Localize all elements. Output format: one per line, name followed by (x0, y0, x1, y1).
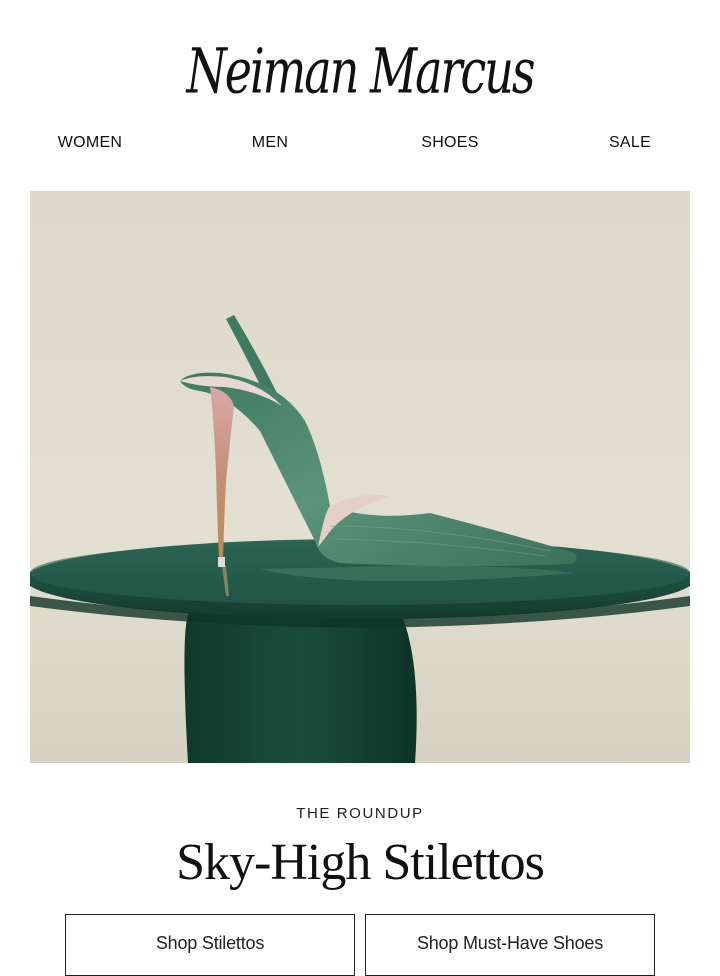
brand-logo[interactable]: Neiman Marcus (0, 28, 720, 114)
nav-item-women[interactable]: WOMEN (10, 134, 170, 152)
nav-item-men[interactable]: MEN (190, 134, 350, 152)
shop-stilettos-button[interactable]: Shop Stilettos (65, 914, 355, 976)
stiletto-illustration (30, 191, 690, 763)
nav-item-sale[interactable]: SALE (550, 134, 710, 152)
hero-image[interactable] (30, 191, 690, 763)
brand-logo-text: Neiman Marcus (186, 34, 536, 108)
main-nav: WOMEN MEN SHOES SALE (0, 134, 720, 158)
section-headline: Sky-High Stilettos (176, 834, 545, 891)
shop-must-have-shoes-button[interactable]: Shop Must-Have Shoes (365, 914, 655, 976)
section-eyebrow: THE ROUNDUP (296, 805, 424, 822)
nav-item-shoes[interactable]: SHOES (370, 134, 530, 152)
